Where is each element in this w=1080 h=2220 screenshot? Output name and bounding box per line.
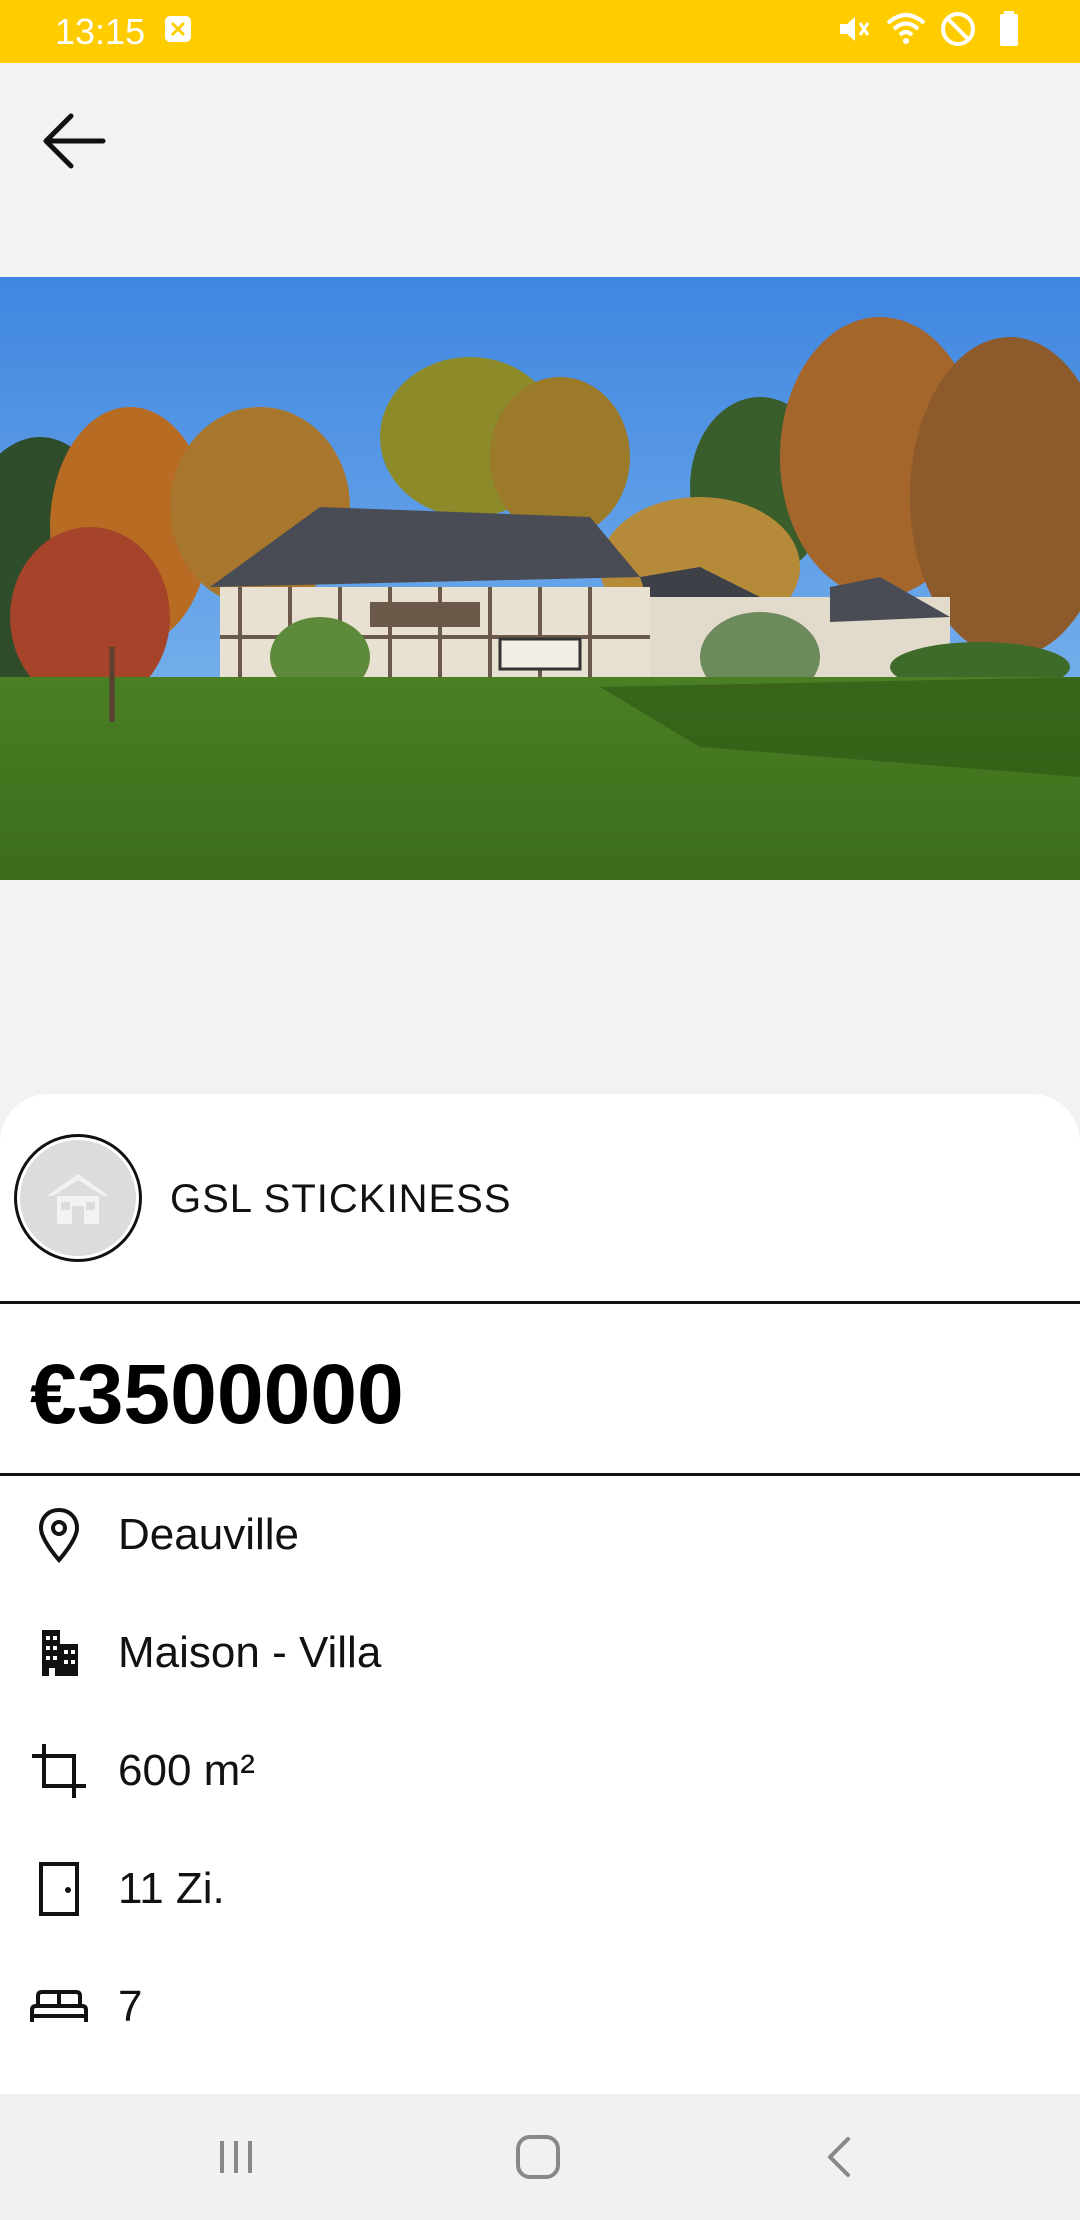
recent-apps-button[interactable] xyxy=(186,2122,286,2192)
detail-property-type: Maison - Villa xyxy=(0,1594,1080,1712)
location-text: Deauville xyxy=(118,1510,299,1559)
mute-icon xyxy=(834,9,874,54)
area-text: 600 m² xyxy=(118,1746,255,1795)
battery-icon xyxy=(990,9,1030,54)
house-icon xyxy=(47,1174,109,1224)
app-bar xyxy=(0,63,1080,273)
home-button[interactable] xyxy=(488,2122,588,2192)
recent-apps-icon xyxy=(220,2141,252,2173)
system-nav-bar xyxy=(0,2094,1080,2220)
location-pin-icon xyxy=(28,1504,90,1566)
arrow-left-icon xyxy=(43,113,106,169)
price: €3500000 xyxy=(30,1347,404,1441)
back-icon xyxy=(828,2137,850,2177)
bedrooms-text: 7 xyxy=(118,1982,143,2031)
nav-back-button[interactable] xyxy=(790,2122,890,2192)
detail-area: 600 m² xyxy=(0,1712,1080,1830)
door-icon xyxy=(28,1858,90,1920)
status-time: 13:15 xyxy=(55,10,146,52)
avatar[interactable] xyxy=(14,1134,142,1262)
detail-bedrooms: 7 xyxy=(0,1948,1080,2066)
status-bar: 13:15 xyxy=(0,0,1080,63)
detail-location: Deauville xyxy=(0,1476,1080,1594)
building-icon xyxy=(28,1622,90,1684)
wifi-icon xyxy=(886,9,926,54)
agency-row[interactable]: GSL STICKINESS xyxy=(0,1094,1080,1304)
rooms-text: 11 Zi. xyxy=(118,1864,225,1913)
agency-name: GSL STICKINESS xyxy=(170,1177,512,1221)
no-disturb-icon xyxy=(938,9,978,54)
notification-icon xyxy=(163,11,193,53)
bed-icon xyxy=(28,1976,90,2038)
price-row: €3500000 xyxy=(0,1304,1080,1476)
back-button[interactable] xyxy=(30,99,114,183)
listing-sheet: GSL STICKINESS €3500000 Deauville Maison… xyxy=(0,1094,1080,2094)
property-type-text: Maison - Villa xyxy=(118,1628,382,1677)
detail-rooms: 11 Zi. xyxy=(0,1830,1080,1948)
property-photo[interactable] xyxy=(0,277,1080,880)
crop-icon xyxy=(28,1740,90,1802)
home-icon xyxy=(516,2135,560,2179)
